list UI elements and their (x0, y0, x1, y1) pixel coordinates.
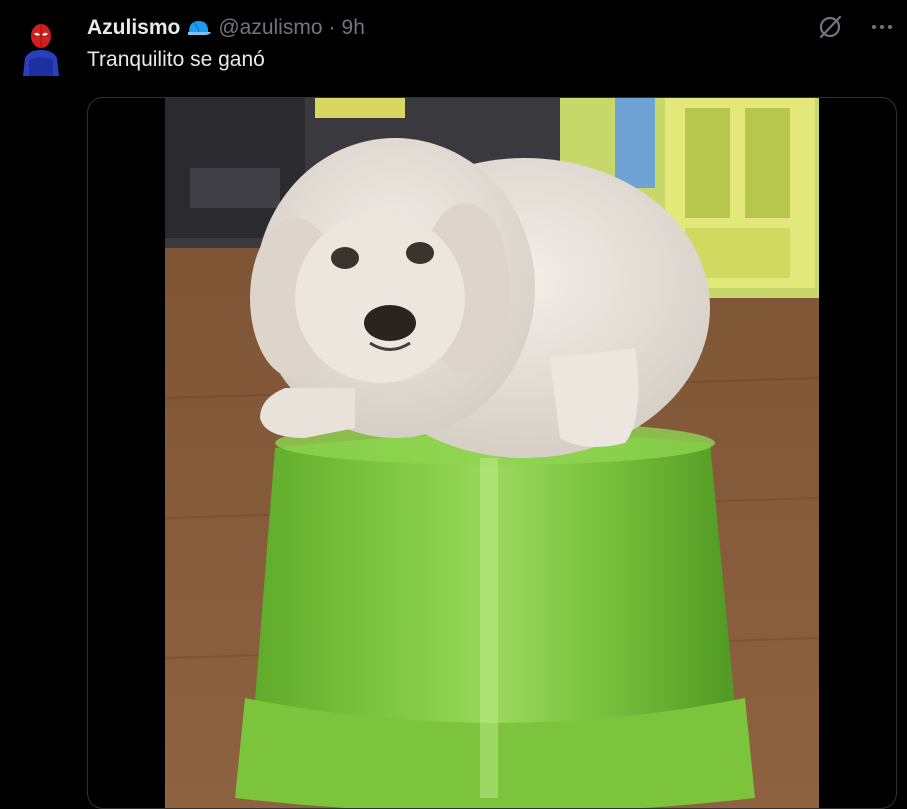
tweet-timestamp[interactable]: 9h (342, 16, 365, 40)
grok-slash-icon[interactable] (817, 14, 843, 40)
spider-man-avatar-icon (23, 24, 59, 76)
author-name[interactable]: Azulismo (87, 16, 180, 40)
tweet-actions-top (817, 14, 895, 40)
author-handle[interactable]: @azulismo (218, 16, 322, 40)
tweet-text: Tranquilito se ganó (87, 48, 265, 71)
blue-cap-icon (186, 18, 212, 38)
avatar[interactable] (17, 14, 65, 76)
tweet-header: Azulismo @azulismo · 9h (87, 14, 365, 42)
video-player[interactable] (164, 98, 820, 808)
video-frame-dog-on-bucket (164, 98, 820, 808)
separator-dot: · (328, 16, 336, 39)
more-icon[interactable] (869, 14, 895, 40)
media-container (87, 97, 897, 809)
